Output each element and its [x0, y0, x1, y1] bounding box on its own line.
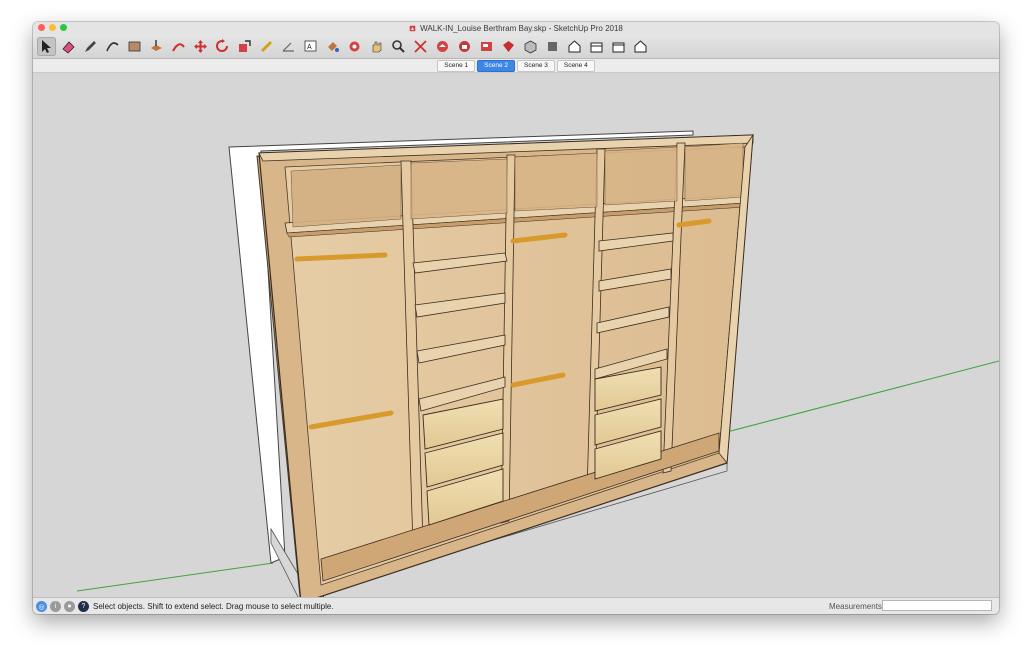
instructor-icon[interactable]: ? — [78, 601, 89, 612]
push-pull-icon — [151, 39, 162, 51]
extension-icon — [459, 40, 470, 52]
protractor-icon — [282, 42, 294, 52]
close-window-button[interactable] — [38, 24, 45, 31]
zoom-extents-icon — [414, 39, 427, 53]
layout-icon — [481, 41, 492, 51]
eraser-tool[interactable] — [59, 37, 78, 56]
arc-icon — [106, 41, 119, 51]
right-view[interactable] — [587, 37, 606, 56]
warehouse-icon — [437, 40, 448, 52]
back-view[interactable] — [609, 37, 628, 56]
user-icon[interactable]: ● — [64, 601, 75, 612]
scene-tabs-bar: Scene 1 Scene 2 Scene 3 Scene 4 — [33, 59, 999, 73]
scene-tab-3[interactable]: Scene 3 — [517, 59, 555, 72]
eraser-icon — [62, 40, 75, 54]
hand-icon — [372, 41, 382, 52]
arc-tool[interactable] — [103, 37, 122, 56]
measurements-label: Measurements — [829, 602, 882, 611]
front-view[interactable] — [565, 37, 584, 56]
model-viewport[interactable] — [33, 73, 999, 597]
shape-tool[interactable] — [125, 37, 144, 56]
orbit-icon — [349, 41, 360, 51]
top-view-icon — [548, 41, 557, 51]
geo-location-icon[interactable]: ◎ — [36, 601, 47, 612]
paint-bucket-tool[interactable] — [323, 37, 342, 56]
pencil-icon — [85, 40, 96, 52]
offset-tool[interactable] — [169, 37, 188, 56]
ruby-icon — [503, 40, 514, 52]
iso-icon — [524, 40, 537, 53]
left-view[interactable] — [631, 37, 650, 56]
measurements-input[interactable] — [882, 600, 992, 611]
scene-tab-4[interactable]: Scene 4 — [556, 59, 595, 72]
text-tool[interactable]: A — [301, 37, 320, 56]
zoom-tool[interactable] — [389, 37, 408, 56]
extension-warehouse-tool[interactable] — [455, 37, 474, 56]
paint-icon — [328, 41, 339, 52]
layout-tool[interactable] — [477, 37, 496, 56]
status-hint: Select objects. Shift to extend select. … — [93, 602, 334, 611]
green-axis-line-right — [722, 360, 999, 434]
wardrobe-model — [76, 130, 999, 597]
sketchup-window: WALK-IN_Louise Berthram Bay.skp - Sketch… — [33, 22, 999, 614]
green-axis-line — [76, 562, 274, 592]
drawers-section-4 — [594, 366, 662, 480]
tape-measure-tool[interactable] — [257, 37, 276, 56]
tape-icon — [260, 40, 273, 52]
protractor-tool[interactable] — [279, 37, 298, 56]
title-bar: WALK-IN_Louise Berthram Bay.skp - Sketch… — [33, 22, 999, 34]
window-title: WALK-IN_Louise Berthram Bay.skp - Sketch… — [420, 23, 623, 33]
front-view-icon — [568, 39, 581, 52]
scene-tab-1[interactable]: Scene 1 — [437, 59, 476, 72]
zoom-window-button[interactable] — [60, 24, 67, 31]
status-bar: ◎ i ● ? Select objects. Shift to extend … — [33, 597, 999, 614]
pan-tool[interactable] — [367, 37, 386, 56]
rotate-icon — [216, 38, 228, 52]
move-tool[interactable] — [191, 37, 210, 56]
info-icon[interactable]: i — [50, 601, 61, 612]
scene-tab-2[interactable]: Scene 2 — [477, 59, 515, 72]
move-icon — [194, 39, 207, 53]
scale-icon — [239, 39, 251, 52]
zoom-extents-tool[interactable] — [411, 37, 430, 56]
zoom-icon — [392, 39, 405, 53]
main-toolbar: A — [33, 34, 999, 59]
scale-tool[interactable] — [235, 37, 254, 56]
left-view-icon — [634, 39, 647, 52]
arrow-icon — [42, 39, 51, 53]
warehouse-tool[interactable] — [433, 37, 452, 56]
text-icon: A — [304, 40, 317, 51]
offset-icon — [172, 42, 185, 51]
extension-manager-tool[interactable] — [499, 37, 518, 56]
right-view-icon — [590, 42, 603, 52]
orbit-tool[interactable] — [345, 37, 364, 56]
push-pull-tool[interactable] — [147, 37, 166, 56]
select-tool[interactable] — [37, 36, 56, 56]
top-view[interactable] — [543, 37, 562, 56]
sketchup-document-icon — [409, 25, 416, 31]
minimize-window-button[interactable] — [49, 24, 56, 31]
iso-view[interactable] — [521, 37, 540, 56]
rectangle-icon — [128, 41, 141, 51]
line-tool[interactable] — [81, 37, 100, 56]
back-view-icon — [612, 42, 625, 52]
traffic-lights — [38, 24, 67, 31]
rotate-tool[interactable] — [213, 37, 232, 56]
svg-text:A: A — [307, 44, 312, 51]
